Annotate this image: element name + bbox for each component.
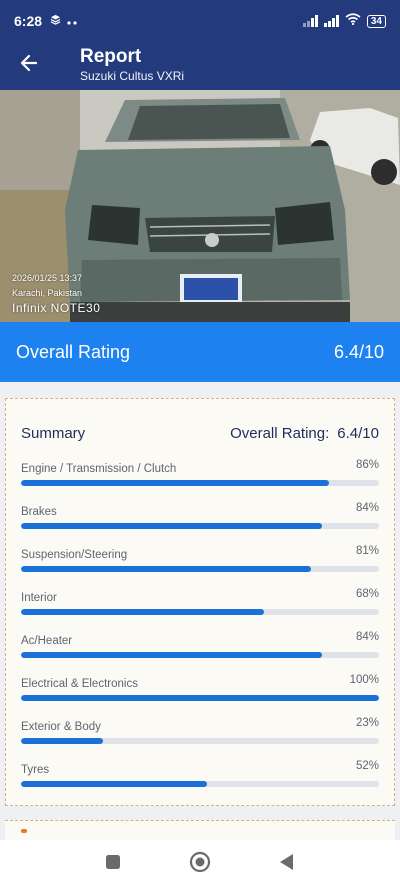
metric-percent: 81% — [355, 545, 379, 557]
photo-date-stamp: 2026/01/25 13:37 — [12, 273, 83, 283]
metric-label: Brakes — [21, 506, 57, 518]
metric-percent: 84% — [355, 502, 379, 514]
photo-location-stamp: Karachi, Pakistan — [12, 288, 83, 298]
signal-icon — [302, 15, 318, 27]
metric-progress-track — [21, 523, 379, 529]
overall-rating-label: Overall Rating — [16, 341, 131, 362]
metric-row: Exterior & Body 23% — [21, 717, 379, 757]
metric-progress-track — [21, 781, 379, 787]
back-triangle-icon — [279, 853, 295, 876]
metric-progress-fill — [21, 695, 379, 701]
summary-header: Summary Overall Rating: 6.4/10 — [21, 425, 379, 442]
metric-label: Engine / Transmission / Clutch — [21, 463, 177, 475]
metric-progress-fill — [21, 652, 322, 658]
page-subtitle: Suzuki Cultus VXRi — [80, 69, 185, 83]
metric-percent: 23% — [355, 717, 379, 729]
metric-label: Exterior & Body — [21, 721, 101, 733]
status-time: 6:28 — [14, 13, 43, 29]
metric-progress-fill — [21, 480, 329, 486]
summary-rating-label: Overall Rating: — [230, 425, 330, 442]
recents-button[interactable] — [98, 849, 128, 879]
photo-brand-watermark: Infinix NOTE30 — [12, 301, 101, 315]
metric-row: Suspension/Steering 81% — [21, 545, 379, 585]
car-photo: 2026/01/25 13:37 Karachi, Pakistan Infin… — [0, 90, 400, 322]
back-nav-button[interactable] — [272, 849, 302, 879]
metric-label: Tyres — [21, 764, 50, 776]
metric-percent: 68% — [355, 588, 379, 600]
summary-title: Summary — [21, 425, 86, 442]
metric-progress-track — [21, 695, 379, 701]
overall-rating-bar: Overall Rating 6.4/10 — [0, 322, 400, 382]
metric-progress-fill — [21, 609, 265, 615]
overall-rating-value: 6.4/10 — [333, 341, 384, 362]
metric-row: Ac/Heater 84% — [21, 631, 379, 671]
warning-icon — [21, 829, 27, 833]
metric-label: Suspension/Steering — [21, 549, 128, 561]
page-title: Report — [80, 46, 142, 67]
signal-icon — [323, 15, 339, 27]
home-button[interactable] — [185, 849, 215, 879]
metric-progress-track — [21, 652, 379, 658]
system-nav-bar — [0, 840, 400, 888]
metric-progress-track — [21, 480, 379, 486]
metric-row: Tyres 52% — [21, 760, 379, 800]
metric-percent: 86% — [355, 459, 379, 471]
metric-row: Engine / Transmission / Clutch 86% — [21, 459, 379, 499]
wifi-icon — [345, 12, 361, 30]
summary-card: Summary Overall Rating: 6.4/10 Engine / … — [5, 398, 395, 806]
metric-progress-track — [21, 566, 379, 572]
home-circle-icon — [189, 851, 211, 878]
metric-row: Interior 68% — [21, 588, 379, 628]
metric-percent: 84% — [355, 631, 379, 643]
metric-label: Electrical & Electronics — [21, 678, 138, 690]
app-header: Report Suzuki Cultus VXRi — [0, 42, 400, 90]
metric-progress-fill — [21, 566, 311, 572]
back-button[interactable] — [14, 50, 44, 80]
metric-row: Brakes 84% — [21, 502, 379, 542]
recents-square-icon — [105, 854, 121, 875]
metric-progress-fill — [21, 781, 208, 787]
metric-progress-track — [21, 738, 379, 744]
metric-progress-fill — [21, 738, 104, 744]
metric-row: Electrical & Electronics 100% — [21, 674, 379, 714]
metric-label: Ac/Heater — [21, 635, 73, 647]
metric-progress-track — [21, 609, 379, 615]
layers-icon — [50, 14, 61, 28]
metric-label: Interior — [21, 592, 57, 604]
summary-rating-value: 6.4/10 — [337, 425, 379, 442]
metric-percent: 52% — [355, 760, 379, 772]
status-bar: 6:28 34 — [0, 0, 400, 42]
metric-progress-fill — [21, 523, 322, 529]
metric-percent: 100% — [349, 674, 379, 686]
arrow-left-icon — [19, 53, 39, 78]
notification-dots-icon — [67, 14, 77, 28]
next-card-partial — [5, 820, 395, 840]
battery-icon: 34 — [366, 14, 386, 28]
